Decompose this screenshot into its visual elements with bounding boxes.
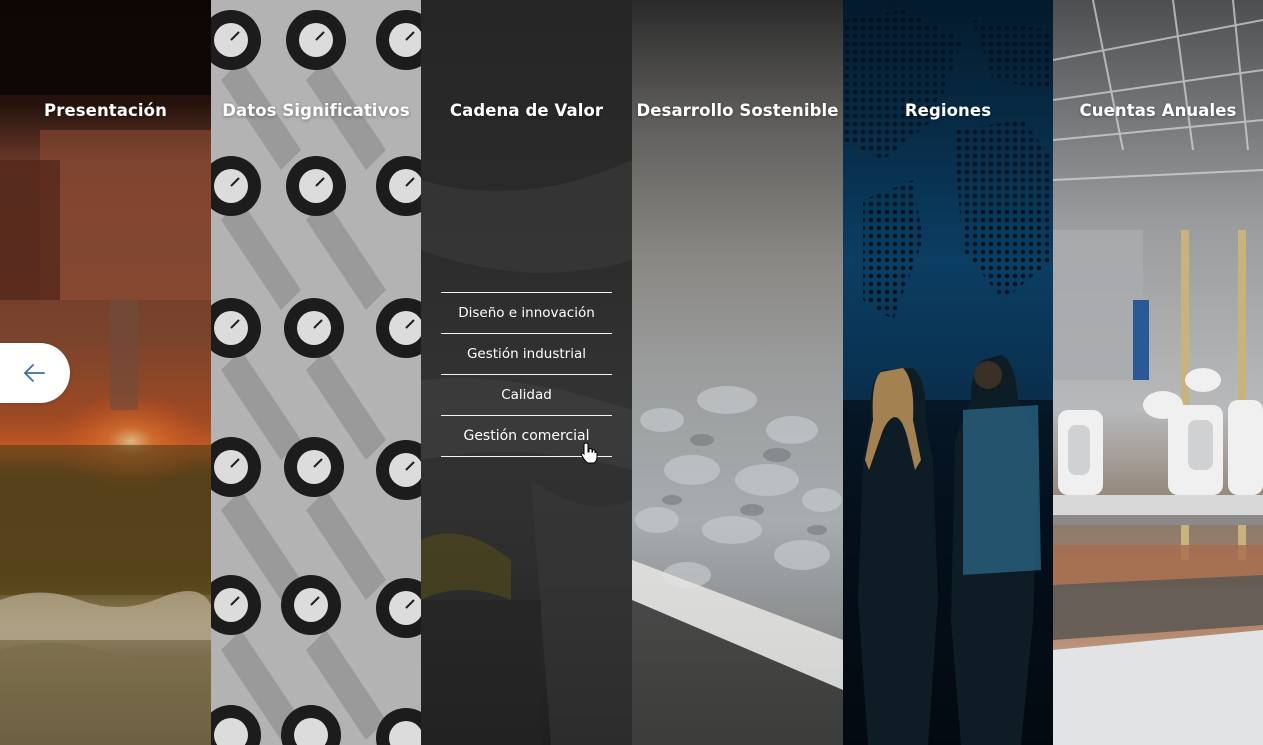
panel-title[interactable]: Desarrollo Sostenible (632, 101, 843, 120)
submenu-item-gestion-comercial[interactable]: Gestión comercial (441, 416, 612, 457)
panel-title[interactable]: Presentación (0, 101, 211, 120)
panel-cadena[interactable]: Cadena de Valor Diseño e innovación Gest… (421, 0, 632, 745)
submenu-item-calidad[interactable]: Calidad (441, 375, 612, 416)
panel-desarrollo[interactable]: Desarrollo Sostenible (632, 0, 843, 745)
panel-title[interactable]: Cadena de Valor (421, 101, 632, 120)
panel-title[interactable]: Regiones (843, 101, 1053, 120)
cadena-submenu: Diseño e innovación Gestión industrial C… (441, 292, 612, 457)
panel-title[interactable]: Datos Significativos (211, 101, 421, 120)
panel-datos[interactable]: Datos Significativos (211, 0, 421, 745)
submenu-item-gestion-industrial[interactable]: Gestión industrial (441, 334, 612, 375)
submenu-item-diseno[interactable]: Diseño e innovación (441, 293, 612, 334)
panel-strip: Presentación Datos Significativos Cadena… (0, 0, 1263, 745)
back-button[interactable] (0, 343, 70, 403)
panel-cuentas[interactable]: Cuentas Anuales (1053, 0, 1263, 745)
arrow-left-icon (24, 364, 45, 382)
panel-title[interactable]: Cuentas Anuales (1053, 101, 1263, 120)
panel-regiones[interactable]: Regiones (843, 0, 1053, 745)
